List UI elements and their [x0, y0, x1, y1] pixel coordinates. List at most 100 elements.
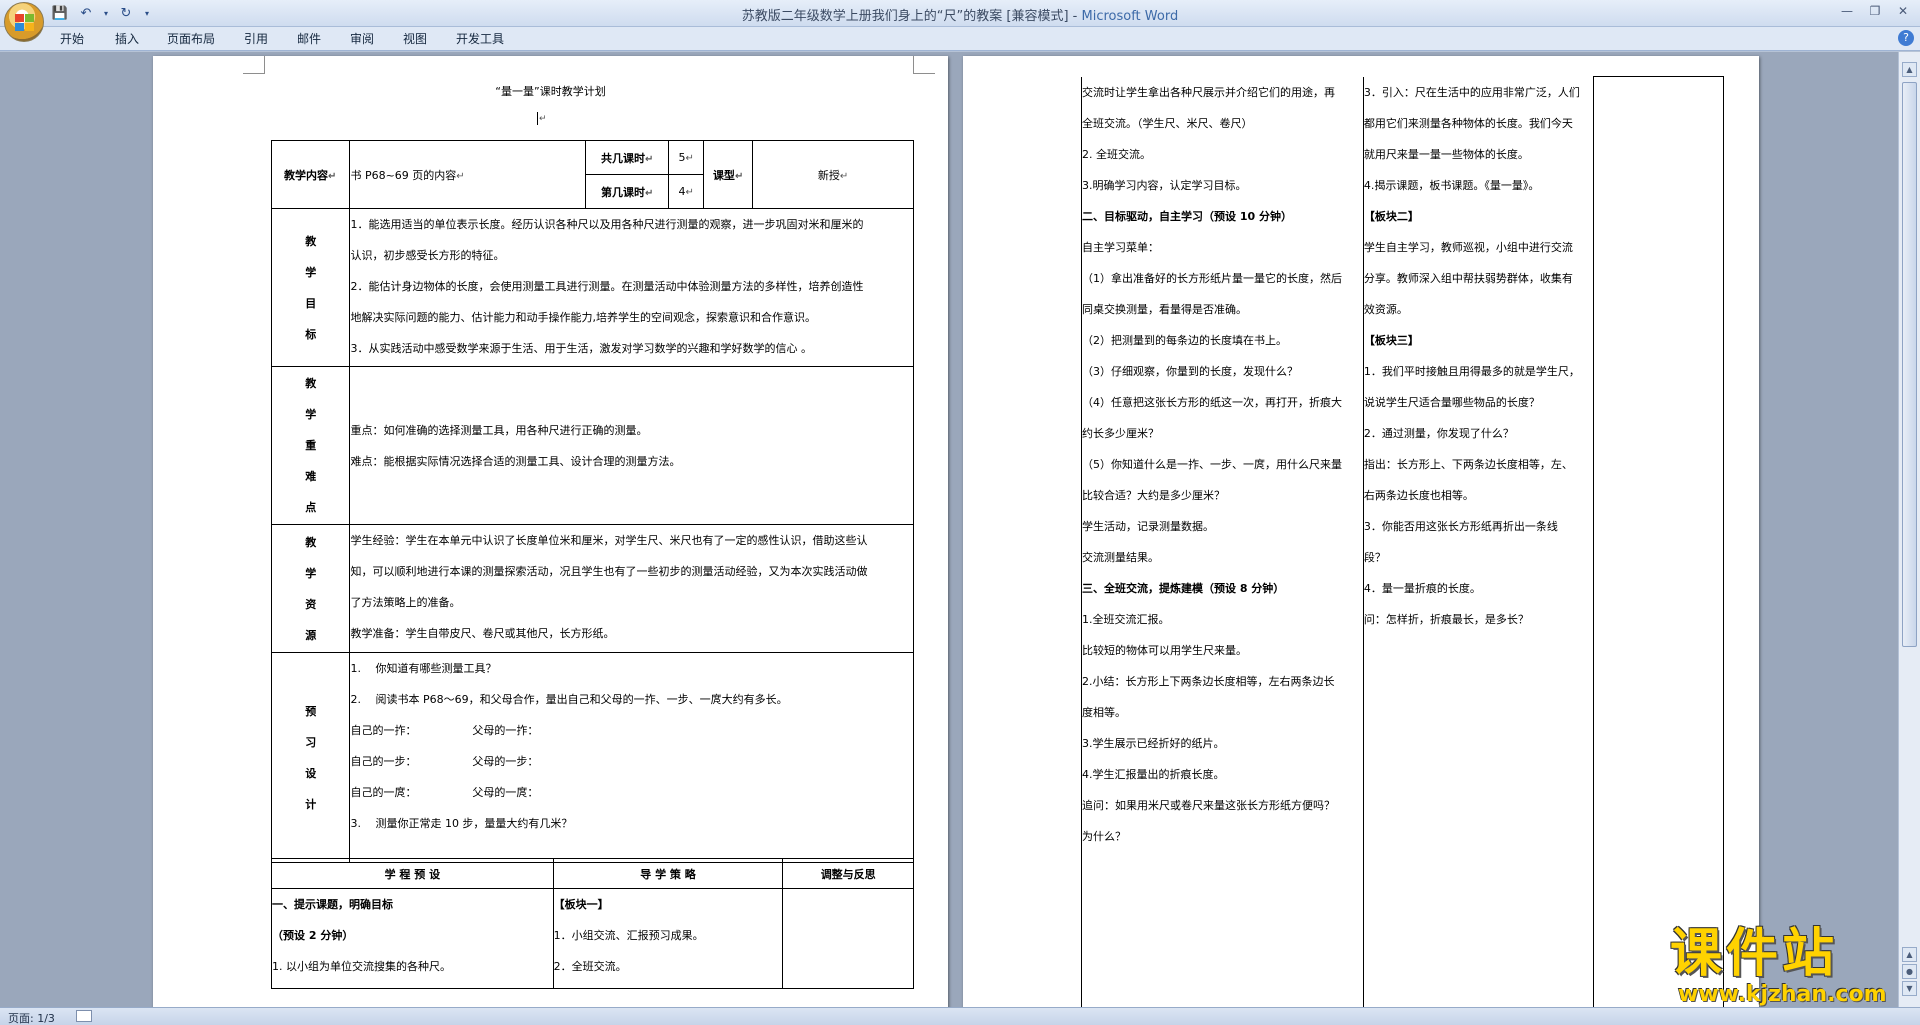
- help-icon[interactable]: ?: [1898, 30, 1914, 46]
- tab-page-layout[interactable]: 页面布局: [167, 30, 215, 47]
- lesson-number-value: 4↵: [668, 174, 705, 209]
- text-line: 3．你能否用这张长方形纸再折出一条线: [1363, 519, 1558, 533]
- ribbon-tabs: 开始 插入 页面布局 引用 邮件 审阅 视图 开发工具 ?: [0, 27, 1920, 51]
- content-value: 书 P68~69 页的内容↵: [349, 140, 587, 209]
- col-header-strategy: 导 学 策 略: [552, 858, 784, 889]
- lesson-plan-table: 教学内容↵ 书 P68~69 页的内容↵ 共几课时↵ 5↵ 课型↵ 新授↵ 第几…: [270, 140, 914, 863]
- office-button[interactable]: [4, 2, 44, 42]
- text-line: 自主学习菜单：: [1082, 240, 1159, 254]
- text-line: 说说学生尺适合量哪些物品的长度？: [1363, 395, 1540, 409]
- window-controls: — ❐ ✕: [1834, 2, 1916, 20]
- lesson-type-label: 课型↵: [703, 140, 754, 209]
- text-line: 分享。教师深入组中帮扶弱势群体，收集有: [1363, 271, 1573, 285]
- reflection-cell: [1592, 76, 1725, 1007]
- watermark-title: 课件站: [1670, 924, 1839, 984]
- document-page-1[interactable]: “量一量”课时教学计划 ↵ 教学内容↵ 书 P68~69 页的内容↵ 共几课时↵…: [153, 56, 948, 1007]
- reflection-cell: [782, 888, 914, 989]
- text-line: 4.揭示课题，板书课题。《量一量》。: [1363, 178, 1540, 192]
- text-line: 追问：如果用米尺或卷尺来量这张长方形纸方便吗？: [1082, 798, 1335, 812]
- text-line: 学生活动，记录测量数据。: [1082, 519, 1214, 533]
- text-line: 2. 全班交流。: [1082, 147, 1151, 161]
- resources-label: 教学资源: [270, 524, 351, 653]
- text-line: 约长多少厘米？: [1082, 426, 1159, 440]
- text-line: （4）任意把这张长方形的纸这一次，再打开，折痕大: [1082, 395, 1342, 409]
- tab-view[interactable]: 视图: [403, 30, 427, 47]
- tab-developer[interactable]: 开发工具: [456, 30, 504, 47]
- text-line: 1.全班交流汇报。: [1082, 612, 1170, 626]
- crop-mark: [913, 56, 935, 74]
- app-name: Microsoft Word: [1081, 9, 1179, 24]
- content-label: 教学内容↵: [270, 140, 351, 209]
- status-bar: 页面: 1/3: [0, 1007, 1920, 1025]
- text-line: 都用它们来测量各种物体的长度。我们今天: [1363, 116, 1573, 130]
- goals-content: 1．能选用适当的单位表示长度。经历认识各种尺以及用各种尺进行测量的观察，进一步巩…: [349, 208, 914, 367]
- text-line: 1．我们平时接触且用得最多的就是学生尺，: [1363, 364, 1580, 378]
- text-line: （1）拿出准备好的长方形纸片量一量它的长度，然后: [1082, 271, 1342, 285]
- strategy-cell: 【板块一】 1．小组交流、汇报预习成果。 2．全班交流。: [552, 888, 784, 989]
- text-line: 二、目标驱动，自主学习（预设 10 分钟）: [1082, 209, 1292, 223]
- total-hours-label: 共几课时↵: [585, 140, 670, 175]
- key-difficult-points-label: 教学重难点: [270, 366, 351, 525]
- tab-references[interactable]: 引用: [244, 30, 268, 47]
- text-line: 度相等。: [1082, 705, 1126, 719]
- text-line: 3．引入：尺在生活中的应用非常广泛，人们: [1363, 85, 1580, 99]
- text-line: 2．通过测量，你发现了什么？: [1363, 426, 1514, 440]
- scroll-up-icon[interactable]: ▲: [1902, 62, 1917, 77]
- text-line: （3）仔细观察，你量到的长度，发现什么？: [1082, 364, 1298, 378]
- tab-home[interactable]: 开始: [60, 30, 84, 47]
- watermark-url: www.kjzhan.com: [1678, 982, 1887, 1007]
- text-line: 3.明确学习内容，认定学习目标。: [1082, 178, 1247, 192]
- document-workspace: “量一量”课时教学计划 ↵ 教学内容↵ 书 P68~69 页的内容↵ 共几课时↵…: [0, 52, 1898, 1007]
- text-line: 3.学生展示已经折好的纸片。: [1082, 736, 1225, 750]
- text-line: 段？: [1363, 550, 1386, 564]
- paragraph-mark: ↵: [539, 114, 547, 124]
- tab-insert[interactable]: 插入: [115, 30, 139, 47]
- strategy-cell: 3．引入：尺在生活中的应用非常广泛，人们 都用它们来测量各种物体的长度。我们今天就…: [1362, 76, 1594, 1007]
- text-line: 为什么？: [1082, 829, 1126, 843]
- crop-mark: [243, 56, 265, 74]
- text-line: 指出：长方形上、下两条边长度相等，左、: [1363, 457, 1573, 471]
- tab-review[interactable]: 审阅: [350, 30, 374, 47]
- process-cell: 一、提示课题，明确目标 （预设 2 分钟） 1. 以小组为单位交流搜集的各种尺。: [271, 888, 554, 989]
- restore-icon[interactable]: ❐: [1862, 2, 1888, 20]
- text-line: 全班交流。（学生尺、米尺、卷尺）: [1082, 116, 1253, 130]
- text-line: 【板块三】: [1363, 333, 1419, 347]
- vertical-scrollbar[interactable]: ▲ ▲ ● ▼: [1898, 52, 1920, 1007]
- text-line: 问：怎样折，折痕最长，是多长？: [1363, 612, 1529, 626]
- proofing-icon[interactable]: [76, 1010, 92, 1022]
- col-header-process: 学 程 预 设: [271, 858, 554, 889]
- preview-design-content: 1. 你知道有哪些测量工具？ 2. 阅读书本 P68～69，和父母合作，量出自己…: [349, 652, 914, 863]
- text-line: 交流时让学生拿出各种尺展示并介绍它们的用途，再: [1082, 85, 1335, 99]
- lesson-type-value: 新授↵: [752, 140, 914, 209]
- text-line: （2）把测量到的每条边的长度填在书上。: [1082, 333, 1287, 347]
- process-cell: 交流时让学生拿出各种尺展示并介绍它们的用途，再 全班交流。（学生尺、米尺、卷尺） 2…: [1081, 76, 1364, 1007]
- process-table: 学 程 预 设 导 学 策 略 调整与反思 一、提示课题，明确目标 （预设 2 …: [271, 858, 914, 989]
- window-title: 苏教版二年级数学上册我们身上的“尺”的教案 [兼容模式] - Microsoft…: [0, 5, 1920, 24]
- document-page-2[interactable]: 交流时让学生拿出各种尺展示并介绍它们的用途，再 全班交流。（学生尺、米尺、卷尺） 2…: [963, 56, 1759, 1007]
- goals-label: 教学目标: [270, 208, 351, 367]
- col-header-reflection: 调整与反思: [782, 858, 914, 889]
- document-title: 苏教版二年级数学上册我们身上的“尺”的教案 [兼容模式] -: [741, 9, 1082, 24]
- page-indicator[interactable]: 页面: 1/3: [8, 1010, 55, 1025]
- text-line: 学生自主学习，教师巡视，小组中进行交流: [1363, 240, 1573, 254]
- scroll-thumb[interactable]: [1902, 82, 1917, 647]
- text-line: 2.小结：长方形上下两条边长度相等，左右两条边长: [1082, 674, 1335, 688]
- lesson-number-label: 第几课时↵: [585, 174, 670, 209]
- text-line: 右两条边长度也相等。: [1363, 488, 1474, 502]
- preview-design-label: 预习设计: [270, 652, 351, 863]
- minimize-icon[interactable]: —: [1834, 2, 1860, 20]
- close-icon[interactable]: ✕: [1890, 2, 1916, 20]
- text-line: 4．量一量折痕的长度。: [1363, 581, 1481, 595]
- tab-mailings[interactable]: 邮件: [297, 30, 321, 47]
- text-line: （5）你知道什么是一拃、一步、一庹，用什么尺来量: [1082, 457, 1342, 471]
- resources-content: 学生经验：学生在本单元中认识了长度单位米和厘米，对学生尺、米尺也有了一定的感性认…: [349, 524, 914, 653]
- site-watermark: 课件站 www.kjzhan.com: [1670, 925, 1910, 1010]
- total-hours-value: 5↵: [668, 140, 705, 175]
- lesson-plan-heading: “量一量”课时教学计划: [495, 85, 606, 98]
- text-line: 交流测量结果。: [1082, 550, 1159, 564]
- text-line: 比较合适？大约是多少厘米？: [1082, 488, 1225, 502]
- text-line: 同桌交换测量，看量得是否准确。: [1082, 302, 1247, 316]
- title-bar: 💾 ↶ ▾ ↻ ▾ 苏教版二年级数学上册我们身上的“尺”的教案 [兼容模式] -…: [0, 0, 1920, 27]
- text-line: 比较短的物体可以用学生尺来量。: [1082, 643, 1247, 657]
- text-line: 效资源。: [1363, 302, 1408, 316]
